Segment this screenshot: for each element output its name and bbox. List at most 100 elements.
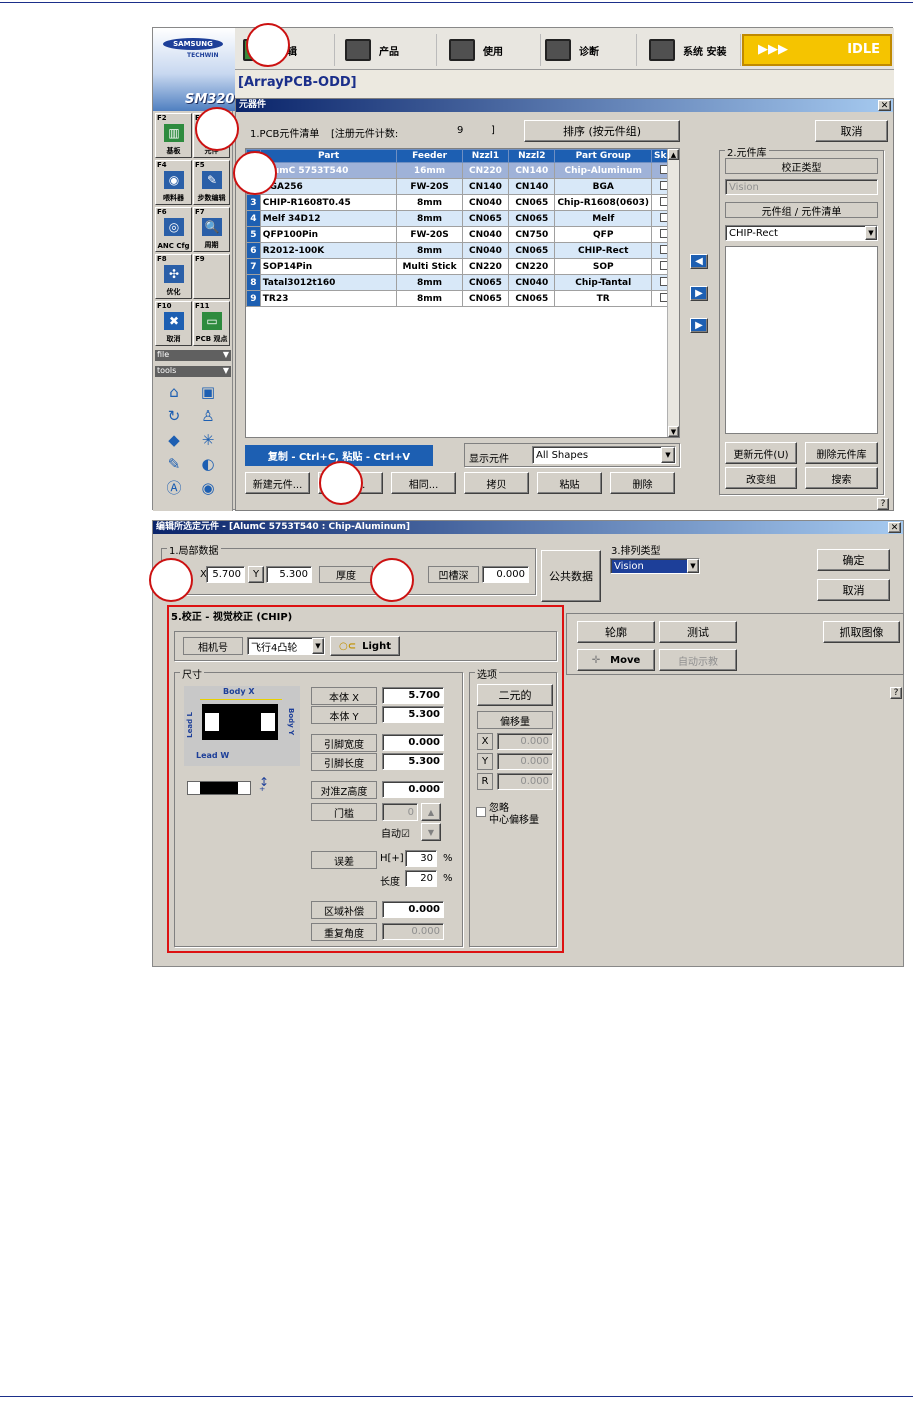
tools-menu[interactable]: tools ▼: [155, 366, 231, 377]
lead-width-field[interactable]: 0.000: [382, 734, 444, 751]
binary-button[interactable]: 二元的: [477, 684, 553, 706]
rotate-icon[interactable]: ↻: [163, 406, 185, 426]
y-field[interactable]: 5.300: [266, 566, 312, 583]
table-row[interactable]: 4 Melf 34D12 8mm CN065 CN065 Melf: [246, 210, 680, 227]
board-icon[interactable]: ◆: [163, 430, 185, 450]
arrow-right-icon[interactable]: ▶: [690, 286, 708, 301]
close-icon[interactable]: ✕: [878, 100, 891, 111]
fkey-f6[interactable]: F6 ◎ ANC Cfg: [155, 207, 192, 252]
ok-button[interactable]: 确定: [817, 549, 890, 571]
calib-type-select[interactable]: Vision: [725, 179, 878, 195]
offset-y-field[interactable]: 0.000: [497, 753, 553, 770]
update-part-button[interactable]: 更新元件(U): [725, 442, 797, 464]
ignore-center-checkbox[interactable]: [476, 807, 486, 817]
table-row[interactable]: 7 SOP14Pin Multi Stick CN220 CN220 SOP: [246, 258, 680, 275]
align-z-height-field[interactable]: 0.000: [382, 781, 444, 798]
help-icon[interactable]: ?: [890, 687, 902, 699]
menu-icon-3: [449, 39, 475, 61]
fkey-f9[interactable]: F9: [193, 254, 230, 299]
window-icon[interactable]: ▣: [197, 382, 219, 402]
threshold-down-icon[interactable]: ▼: [421, 823, 441, 841]
lead-length-field[interactable]: 5.300: [382, 753, 444, 770]
table-row[interactable]: 6 R2012-100K 8mm CN040 CN065 CHIP-Rect: [246, 242, 680, 259]
area-comp-field[interactable]: 0.000: [382, 901, 444, 918]
auto-teach-button[interactable]: 自动示教: [659, 649, 737, 671]
gauge-icon[interactable]: ◐: [197, 454, 219, 474]
sort-button[interactable]: 排序 (按元件组): [524, 120, 680, 142]
menu-item-3[interactable]: 使用: [445, 34, 541, 66]
test-button[interactable]: 测试: [659, 621, 737, 643]
delete-library-button[interactable]: 删除元件库: [805, 442, 878, 464]
common-data-button[interactable]: 公共数据: [541, 550, 601, 602]
chevron-down-icon[interactable]: ▼: [661, 447, 675, 463]
show-parts-select[interactable]: All Shapes ▼: [532, 446, 676, 464]
outline-button[interactable]: 轮廓: [577, 621, 655, 643]
cancel-button[interactable]: 取消: [815, 120, 888, 142]
cell-group: SOP: [554, 258, 652, 275]
home-icon[interactable]: ⌂: [163, 382, 185, 402]
close-icon[interactable]: ✕: [888, 522, 901, 533]
chevron-down-icon[interactable]: ▼: [865, 226, 877, 240]
fkey-f11[interactable]: F11 ▭ PCB 观点: [193, 301, 230, 346]
same-part-button[interactable]: 相同...: [391, 472, 456, 494]
repeat-angle-field[interactable]: 0.000: [382, 923, 444, 940]
brush-icon[interactable]: ✎: [163, 454, 185, 474]
x-field[interactable]: 5.700: [206, 566, 245, 583]
light-button[interactable]: ○⊂ Light: [330, 636, 400, 656]
arrow-all-right-icon[interactable]: ▶: [690, 318, 708, 333]
length-field[interactable]: 20: [405, 870, 437, 887]
change-group-button[interactable]: 改变组: [725, 467, 797, 489]
parts-table: PartFeederNzzl1Nzzl2Part GroupSkip1AlumC…: [246, 149, 680, 307]
paste-button[interactable]: 粘贴: [537, 472, 602, 494]
menu-item-2[interactable]: 产品: [341, 34, 437, 66]
threshold-up-icon[interactable]: ▲: [421, 803, 441, 821]
table-row[interactable]: 1AlumC 5753T54016mmCN220CN140Chip-Alumin…: [246, 162, 680, 179]
offset-x-field[interactable]: 0.000: [497, 733, 553, 750]
arrow-left-icon[interactable]: ◀: [690, 254, 708, 269]
help-icon[interactable]: ?: [877, 498, 889, 510]
font-icon[interactable]: Ⓐ: [163, 478, 185, 498]
body-y-field[interactable]: 5.300: [382, 706, 444, 723]
fkey-f5[interactable]: F5 ✎ 步数编辑: [193, 160, 230, 205]
table-row[interactable]: 2BGA256FW-20SCN140CN140BGA: [246, 178, 680, 195]
offset-r-field[interactable]: 0.000: [497, 773, 553, 790]
new-part-button[interactable]: 新建元件...: [245, 472, 310, 494]
menu-item-5[interactable]: 系统 安装: [645, 34, 741, 66]
parts-dialog: 元器件 ✕ 1.PCB元件清单 [注册元件计数: 9 ] 排序 (按元件组) 取…: [235, 98, 894, 511]
body-x-field[interactable]: 5.700: [382, 687, 444, 704]
move-button[interactable]: ✛ Move: [577, 649, 655, 671]
group-select[interactable]: CHIP-Rect ▼: [725, 225, 878, 241]
table-scrollbar[interactable]: ▲ ▼: [667, 149, 679, 437]
camera-select[interactable]: 飞行4凸轮 ▼: [247, 637, 325, 655]
table-row[interactable]: 5 QFP100Pin FW-20S CN040 CN750 QFP: [246, 226, 680, 243]
fkey-f8[interactable]: F8 ✣ 优化: [155, 254, 192, 299]
row-index: 9: [246, 290, 261, 307]
copy-button[interactable]: 拷贝: [464, 472, 529, 494]
chevron-down-icon[interactable]: ▼: [312, 638, 324, 654]
scroll-down-icon[interactable]: ▼: [668, 426, 679, 437]
file-menu[interactable]: file ▼: [155, 350, 231, 361]
capture-image-button[interactable]: 抓取图像: [823, 621, 900, 643]
delete-button[interactable]: 删除: [610, 472, 675, 494]
auto-checkbox-label[interactable]: 自动☑: [381, 825, 410, 840]
chevron-down-icon[interactable]: ▼: [687, 559, 699, 573]
fkey-f10[interactable]: F10 ✖ 取消: [155, 301, 192, 346]
fkey-f7[interactable]: F7 🔍 周期: [193, 207, 230, 252]
fkey-f2[interactable]: F2 ▥ 基板: [155, 113, 192, 158]
edit-cancel-button[interactable]: 取消: [817, 579, 890, 601]
axis-icon[interactable]: ✳: [197, 430, 219, 450]
table-row[interactable]: 3 CHIP-R1608T0.45 8mm CN040 CN065 Chip-R1608(…: [246, 194, 680, 211]
h-field[interactable]: 30: [405, 850, 437, 867]
search-button[interactable]: 搜索: [805, 467, 878, 489]
library-list[interactable]: [725, 246, 878, 434]
table-row[interactable]: 8 Tatal3012t160 8mm CN065 CN040 Chip-Tantal: [246, 274, 680, 291]
camera-icon[interactable]: ◉: [197, 478, 219, 498]
arrange-type-select[interactable]: Vision ▼: [610, 558, 700, 574]
threshold-field[interactable]: 0: [382, 803, 418, 821]
scroll-up-icon[interactable]: ▲: [668, 149, 679, 160]
recess-depth-field[interactable]: 0.000: [482, 566, 529, 583]
menu-item-4[interactable]: 诊断: [541, 34, 637, 66]
fkey-f4[interactable]: F4 ◉ 喂料器: [155, 160, 192, 205]
table-row[interactable]: 9 TR23 8mm CN065 CN065 TR: [246, 290, 680, 307]
person-icon[interactable]: ♙: [197, 406, 219, 426]
